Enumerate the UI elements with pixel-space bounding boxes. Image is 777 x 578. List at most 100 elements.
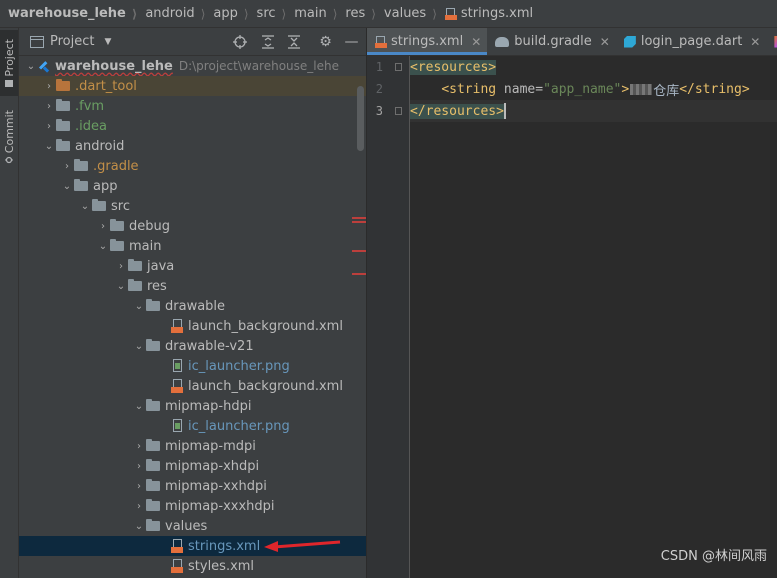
error-stripe-mark[interactable] [352, 217, 366, 219]
tree-row-main[interactable]: ⌄ main [19, 236, 366, 256]
tree-item-label: styles.xml [188, 558, 255, 574]
dart-icon [623, 35, 636, 48]
chevron-down-icon[interactable]: ⌄ [78, 196, 92, 216]
chevron-right-icon[interactable]: › [132, 456, 146, 476]
tab-kotlin-file[interactable]: k [766, 28, 777, 55]
folder-icon [128, 279, 142, 291]
breadcrumb-item-app[interactable]: app ⟩ [205, 6, 248, 21]
breadcrumb-item-res[interactable]: res ⟩ [337, 6, 376, 21]
tree-row-res[interactable]: ⌄ res [19, 276, 366, 296]
code-editor[interactable]: <resources> <string name= "app_name" > 仓库 </… [410, 56, 777, 578]
tree-row-mipmap-hdpi[interactable]: ⌄ mipmap-hdpi [19, 396, 366, 416]
close-icon[interactable]: ✕ [600, 35, 610, 49]
tab-build-gradle[interactable]: build.gradle ✕ [487, 28, 616, 55]
error-stripe-mark[interactable] [352, 250, 366, 252]
tree-row-fvm[interactable]: › .fvm [19, 96, 366, 116]
chevron-down-icon[interactable]: ⌄ [60, 176, 74, 196]
close-icon[interactable]: ✕ [750, 35, 760, 49]
tree-row-mipmap-xxhdpi[interactable]: › mipmap-xxhdpi [19, 476, 366, 496]
tree-row-drawable[interactable]: ⌄ drawable [19, 296, 366, 316]
chevron-right-icon[interactable]: › [42, 76, 56, 96]
chevron-down-icon[interactable]: ⌄ [132, 296, 146, 316]
tree-row-ic-launcher-hdpi[interactable]: ic_launcher.png [19, 416, 366, 436]
error-stripe-mark[interactable] [352, 221, 366, 223]
tree-item-label: main [129, 238, 162, 254]
tree-row-idea[interactable]: › .idea [19, 116, 366, 136]
tab-strings-xml[interactable]: strings.xml ✕ [367, 28, 488, 55]
breadcrumb-item-values[interactable]: values ⟩ [376, 6, 437, 21]
chevron-right-icon[interactable]: › [42, 96, 56, 116]
folder-icon [146, 299, 160, 311]
chevron-right-icon[interactable]: › [96, 216, 110, 236]
project-view-selector[interactable]: Project ▼ [30, 34, 111, 49]
project-path: D:\project\warehouse_lehe [178, 59, 339, 73]
fold-icon[interactable] [395, 107, 402, 115]
project-tool-tab[interactable]: Project [0, 30, 18, 96]
chevron-right-icon[interactable]: › [114, 256, 128, 276]
tree-item-label: mipmap-xxhdpi [165, 478, 267, 494]
tree-row-app[interactable]: ⌄ app [19, 176, 366, 196]
commit-tool-tab[interactable]: Commit [0, 104, 18, 170]
tree-row-debug[interactable]: › debug [19, 216, 366, 236]
tree-row-src[interactable]: ⌄ src [19, 196, 366, 216]
hide-panel-button[interactable]: — [343, 33, 360, 50]
red-arrow-annotation [264, 540, 341, 552]
tree-row-launch-background-v21[interactable]: launch_background.xml [19, 376, 366, 396]
tree-item-label: mipmap-mdpi [165, 438, 256, 454]
folder-icon [146, 339, 160, 351]
line-number: 1 [375, 60, 383, 74]
folder-icon [128, 259, 142, 271]
watermark: CSDN @林间风雨 [660, 549, 767, 564]
tree-row-launch-background[interactable]: launch_background.xml [19, 316, 366, 336]
chevron-down-icon[interactable]: ⌄ [42, 136, 56, 156]
tree-row-values[interactable]: ⌄ values [19, 516, 366, 536]
settings-button[interactable]: ⚙ [317, 33, 334, 50]
tree-row-gradle[interactable]: › .gradle [19, 156, 366, 176]
line-number: 3 [375, 104, 383, 118]
chevron-right-icon[interactable]: › [132, 476, 146, 496]
chevron-down-icon[interactable]: ⌄ [132, 336, 146, 356]
vertical-scrollbar[interactable] [357, 86, 364, 151]
error-stripe-mark[interactable] [352, 273, 366, 275]
tree-row-mipmap-xxxhdpi[interactable]: › mipmap-xxxhdpi [19, 496, 366, 516]
tree-item-label: res [147, 278, 167, 294]
xml-file-icon [375, 35, 387, 48]
tree-row-mipmap-xhdpi[interactable]: › mipmap-xhdpi [19, 456, 366, 476]
fold-icon[interactable] [395, 63, 402, 71]
tree-item-label: mipmap-xhdpi [165, 458, 260, 474]
tree-row-root[interactable]: ⌄ warehouse_lehe D:\project\warehouse_le… [19, 56, 366, 76]
tree-row-android[interactable]: ⌄ android [19, 136, 366, 156]
tree-row-strings-xml[interactable]: strings.xml [19, 536, 366, 556]
tree-row-drawable-v21[interactable]: ⌄ drawable-v21 [19, 336, 366, 356]
xml-attribute-value: "app_name" [543, 81, 622, 97]
tree-row-styles-xml[interactable]: styles.xml [19, 556, 366, 576]
chevron-right-icon[interactable]: › [60, 156, 74, 176]
chevron-right-icon[interactable]: › [132, 436, 146, 456]
chevron-down-icon[interactable]: ⌄ [96, 236, 110, 256]
close-icon[interactable]: ✕ [471, 35, 481, 49]
breadcrumb-item-main[interactable]: main ⟩ [286, 6, 337, 21]
tree-row-mipmap-mdpi[interactable]: › mipmap-mdpi [19, 436, 366, 456]
locate-file-button[interactable] [231, 33, 248, 50]
chevron-down-icon[interactable]: ⌄ [24, 56, 38, 76]
chevron-right-icon[interactable]: › [42, 116, 56, 136]
breadcrumb-item-project[interactable]: warehouse_lehe ⟩ [0, 6, 137, 21]
expand-all-button[interactable] [259, 33, 276, 50]
collapse-all-icon [287, 34, 300, 49]
xml-file-icon [444, 7, 457, 20]
collapse-all-button[interactable] [285, 33, 302, 50]
breadcrumb-item-android[interactable]: android ⟩ [137, 6, 205, 21]
tree-item-label: .gradle [93, 158, 139, 174]
chevron-down-icon[interactable]: ⌄ [114, 276, 128, 296]
breadcrumb-item-src[interactable]: src ⟩ [249, 6, 287, 21]
tree-item-label: strings.xml [188, 538, 261, 554]
breadcrumb-item-file[interactable]: strings.xml [437, 6, 533, 21]
chevron-down-icon[interactable]: ⌄ [132, 516, 146, 536]
code-line: <string name= "app_name" > 仓库 </string> [410, 78, 777, 100]
chevron-right-icon[interactable]: › [132, 496, 146, 516]
tree-row-dart-tool[interactable]: › .dart_tool [19, 76, 366, 96]
tab-login-page-dart[interactable]: login_page.dart ✕ [616, 28, 767, 55]
tree-row-ic-launcher[interactable]: ic_launcher.png [19, 356, 366, 376]
chevron-down-icon[interactable]: ⌄ [132, 396, 146, 416]
tree-row-java[interactable]: › java [19, 256, 366, 276]
